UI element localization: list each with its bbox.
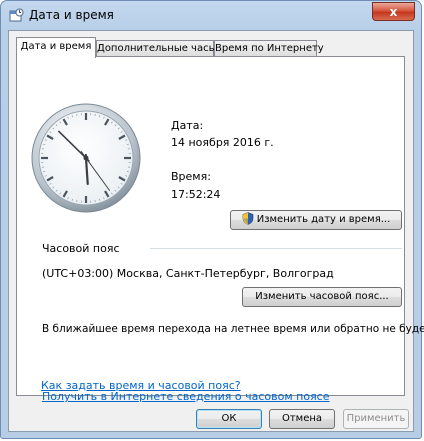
timezone-value: (UTC+03:00) Москва, Санкт-Петербург, Вол… [42,267,334,280]
button-label: Изменить дату и время... [256,214,391,225]
uac-shield-icon [242,212,254,225]
dst-note: В ближайшее время перехода на летнее вре… [42,323,424,335]
change-timezone-button[interactable]: Изменить часовой пояс... [242,287,402,307]
analog-clock [31,103,141,213]
time-value: 17:52:24 [171,188,221,201]
button-label: Применить [346,413,406,424]
help-link[interactable]: Как задать время и часовой пояс? [41,379,241,392]
clock-calendar-icon [9,8,24,22]
tab-date-time[interactable]: Дата и время [16,37,96,58]
change-date-time-button[interactable]: Изменить дату и время... [230,210,402,230]
button-label: ОК [221,413,237,424]
cancel-button[interactable]: Отмена [269,409,335,429]
close-button[interactable]: x [372,2,415,21]
timezone-group-label: Часовой пояс [42,242,120,255]
tab-additional-clocks[interactable]: Дополнительные часы [96,40,217,57]
date-label: Дата: [171,119,204,132]
time-label: Время: [171,170,211,183]
tab-label: Дополнительные часы [97,43,217,54]
tab-label: Время по Интернету [215,43,324,54]
title-bar[interactable]: Дата и время x [1,1,421,29]
dialog-client: Дата и время Дополнительные часы Время п… [8,30,424,432]
tab-internet-time[interactable]: Время по Интернету [214,40,324,57]
button-label: Изменить часовой пояс... [255,291,389,302]
date-time-window: Дата и время x Дата и время Дополнительн… [0,0,424,439]
timezone-separator [150,248,402,249]
tab-panel: Дата: 14 ноября 2016 г. Время: 17:52:24 … [16,56,424,403]
ok-button[interactable]: ОК [196,409,262,429]
button-label: Отмена [281,413,323,424]
window-title: Дата и время [29,8,114,22]
apply-button[interactable]: Применить [343,409,409,429]
date-value: 14 ноября 2016 г. [171,136,274,149]
tab-label: Дата и время [20,41,92,52]
close-icon: x [389,5,398,19]
